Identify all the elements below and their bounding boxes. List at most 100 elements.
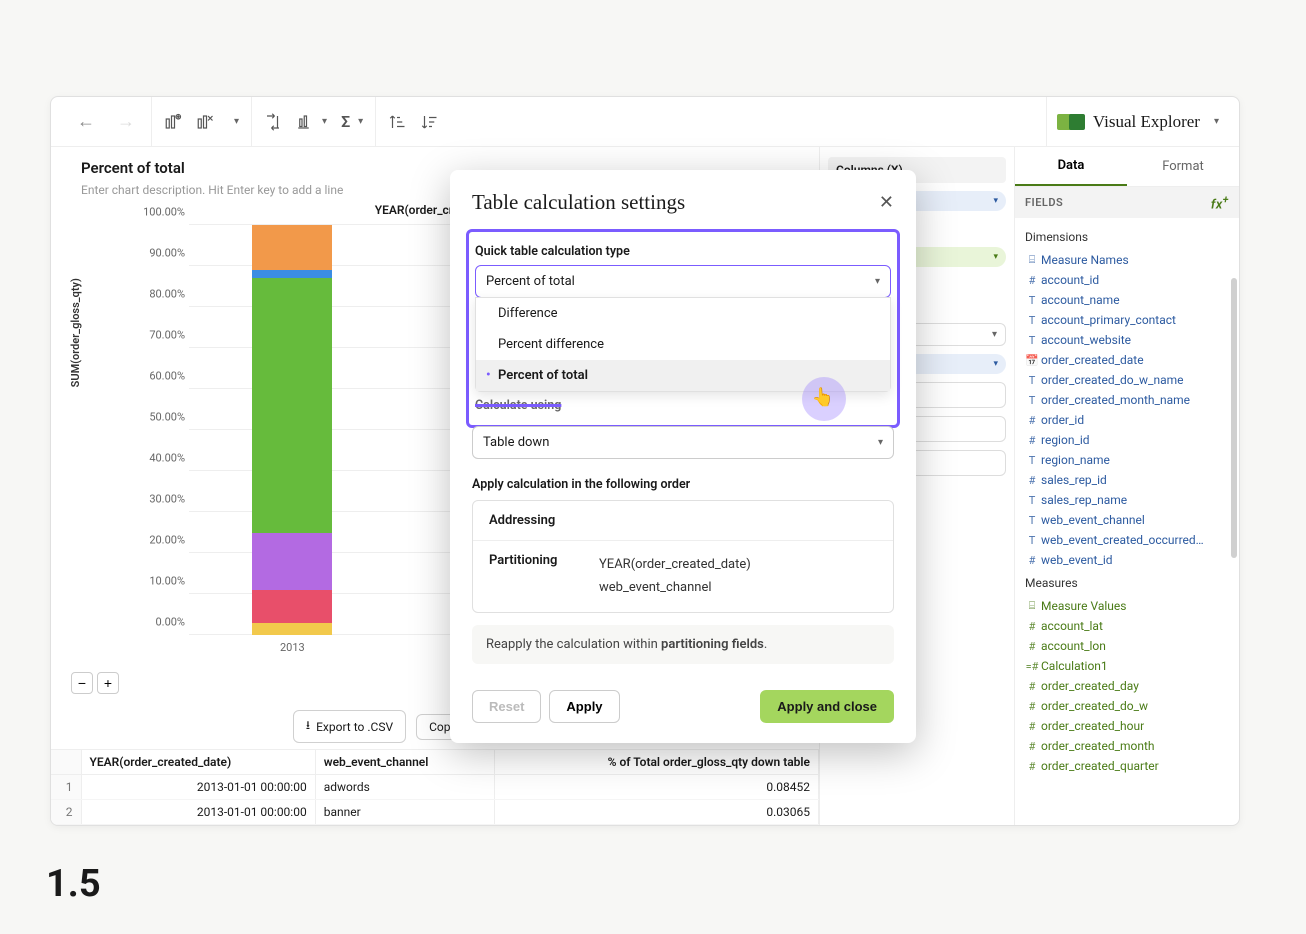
y-tick: 60.00%	[99, 370, 185, 383]
y-tick: 80.00%	[99, 288, 185, 301]
transform-group: ▾ Σ▾	[252, 97, 376, 146]
bar-segment[interactable]	[252, 270, 332, 278]
apply-button[interactable]: Apply	[549, 690, 619, 723]
field-row[interactable]: ⌸Measure Names	[1015, 250, 1239, 270]
field-row[interactable]: Tweb_event_created_occurred…	[1015, 530, 1239, 550]
field-row[interactable]: Torder_created_month_name	[1015, 390, 1239, 410]
field-row[interactable]: #account_lon	[1015, 636, 1239, 656]
field-type-icon: T	[1025, 534, 1039, 547]
reset-button[interactable]: Reset	[472, 690, 541, 723]
field-type-icon: #	[1025, 680, 1039, 693]
bar-segment[interactable]	[252, 225, 332, 270]
fit-icon[interactable]: ▾	[296, 113, 327, 131]
dropdown-option[interactable]: Percent of total	[476, 360, 890, 391]
field-row[interactable]: Taccount_website	[1015, 330, 1239, 350]
modal-title: Table calculation settings	[472, 190, 685, 215]
field-type-icon: #	[1025, 740, 1039, 753]
field-row[interactable]: #order_created_day	[1015, 676, 1239, 696]
field-type-icon: =#	[1025, 660, 1039, 673]
ve-caret-icon[interactable]: ▾	[1214, 116, 1219, 127]
field-row[interactable]: #account_id	[1015, 270, 1239, 290]
remove-chart-icon[interactable]	[196, 113, 214, 131]
field-name: order_id	[1041, 413, 1084, 427]
field-type-icon: 📅	[1025, 354, 1039, 367]
table-header[interactable]: YEAR(order_created_date)	[81, 750, 315, 775]
zoom-out-button[interactable]: −	[71, 672, 93, 694]
field-name: account_lon	[1041, 639, 1106, 653]
field-type-icon: ⌸	[1025, 253, 1039, 267]
bar-segment[interactable]	[252, 623, 332, 635]
visual-explorer-label[interactable]: Visual Explorer ▾	[1047, 112, 1229, 132]
zoom-in-button[interactable]: +	[97, 672, 119, 694]
dropdown-option[interactable]: Percent difference	[476, 329, 890, 360]
field-row[interactable]: Tsales_rep_name	[1015, 490, 1239, 510]
field-row[interactable]: #account_lat	[1015, 616, 1239, 636]
data-table: YEAR(order_created_date)web_event_channe…	[51, 749, 819, 825]
y-tick: 100.00%	[99, 206, 185, 219]
field-row[interactable]: #region_id	[1015, 430, 1239, 450]
page-number: 1.5	[46, 862, 101, 906]
chart-menu-caret[interactable]: ▾	[234, 116, 239, 127]
swap-icon[interactable]	[264, 113, 282, 131]
quick-calc-dropdown: DifferencePercent differencePercent of t…	[475, 297, 891, 392]
sigma-icon[interactable]: Σ▾	[341, 112, 363, 131]
field-row[interactable]: #web_event_id	[1015, 550, 1239, 570]
table-header[interactable]: % of Total order_gloss_qty down table	[495, 750, 819, 775]
field-row[interactable]: Taccount_primary_contact	[1015, 310, 1239, 330]
tab-data[interactable]: Data	[1015, 147, 1127, 186]
table-header[interactable]: web_event_channel	[315, 750, 495, 775]
field-name: order_created_hour	[1041, 719, 1144, 733]
bar-segment[interactable]	[252, 533, 332, 590]
field-name: Measure Values	[1041, 599, 1126, 613]
field-row[interactable]: Tregion_name	[1015, 450, 1239, 470]
sort-desc-icon[interactable]	[420, 113, 438, 131]
field-row[interactable]: #order_id	[1015, 410, 1239, 430]
field-name: order_created_date	[1041, 353, 1144, 367]
field-type-icon: #	[1025, 620, 1039, 633]
field-row[interactable]: #order_created_month	[1015, 736, 1239, 756]
export-csv-button[interactable]: ⭳Export to .CSV	[293, 710, 406, 743]
field-name: region_name	[1041, 453, 1110, 467]
field-row[interactable]: =#Calculation1	[1015, 656, 1239, 676]
field-name: Measure Names	[1041, 253, 1129, 267]
bar-segment[interactable]	[252, 278, 332, 532]
y-tick: 40.00%	[99, 452, 185, 465]
field-name: account_name	[1041, 293, 1120, 307]
fields-panel: Data Format FIELDS fx+ Dimensions⌸Measur…	[1014, 147, 1239, 825]
close-icon[interactable]: ✕	[879, 192, 894, 213]
toolbar: ← → ▾ ▾ Σ▾ Visual Explorer ▾	[51, 97, 1239, 147]
calc-using-select[interactable]: Table down▾	[472, 426, 894, 459]
field-row[interactable]: #order_created_do_w	[1015, 696, 1239, 716]
field-row[interactable]: ⌸Measure Values	[1015, 596, 1239, 616]
quick-calc-highlight: Quick table calculation type Percent of …	[466, 229, 900, 428]
field-type-icon: #	[1025, 474, 1039, 487]
field-type-icon: T	[1025, 454, 1039, 467]
field-type-icon: T	[1025, 394, 1039, 407]
field-row[interactable]: 📅order_created_date	[1015, 350, 1239, 370]
field-name: account_lat	[1041, 619, 1103, 633]
forward-button[interactable]: →	[113, 111, 139, 132]
add-calculation-icon[interactable]: fx+	[1211, 193, 1229, 212]
back-button[interactable]: ←	[73, 111, 99, 132]
field-type-icon: T	[1025, 334, 1039, 347]
field-name: web_event_id	[1041, 553, 1113, 567]
bar[interactable]	[252, 225, 332, 635]
field-row[interactable]: Tweb_event_channel	[1015, 510, 1239, 530]
dropdown-option[interactable]: Difference	[476, 298, 890, 329]
field-row[interactable]: Taccount_name	[1015, 290, 1239, 310]
field-row[interactable]: #order_created_hour	[1015, 716, 1239, 736]
apply-close-button[interactable]: Apply and close	[760, 690, 894, 723]
sort-asc-icon[interactable]	[388, 113, 406, 131]
tab-format[interactable]: Format	[1127, 147, 1239, 186]
table-cell: 2013-01-01 00:00:00	[81, 775, 315, 800]
field-row[interactable]: Torder_created_do_w_name	[1015, 370, 1239, 390]
insert-group: ▾	[152, 97, 252, 146]
table-cell: adwords	[315, 775, 495, 800]
table-calc-modal: Table calculation settings ✕ Quick table…	[450, 170, 916, 743]
add-chart-icon[interactable]	[164, 113, 182, 131]
partitioning-values: YEAR(order_created_date)web_event_channe…	[599, 553, 751, 600]
field-row[interactable]: #sales_rep_id	[1015, 470, 1239, 490]
bar-segment[interactable]	[252, 590, 332, 623]
field-row[interactable]: #order_created_quarter	[1015, 756, 1239, 776]
quick-calc-select[interactable]: Percent of total▾	[475, 265, 891, 298]
